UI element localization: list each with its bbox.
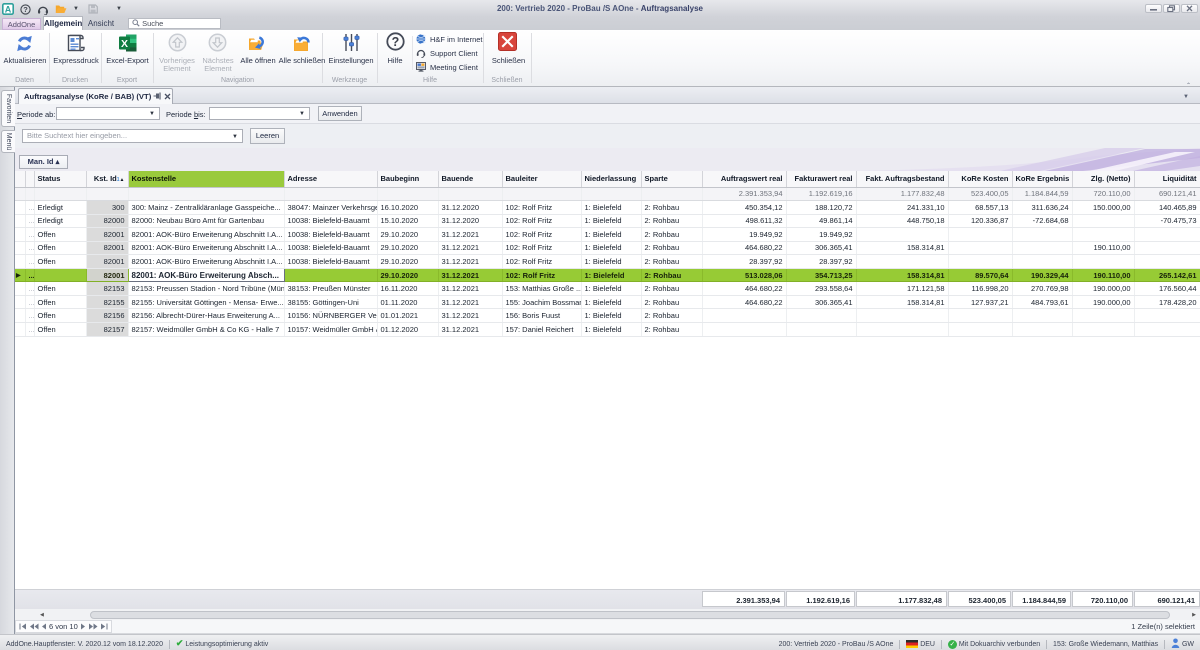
svg-text:A: A	[5, 4, 12, 14]
svg-text:?: ?	[392, 35, 400, 49]
svg-text:?: ?	[23, 5, 28, 14]
svg-text:X: X	[121, 38, 128, 50]
